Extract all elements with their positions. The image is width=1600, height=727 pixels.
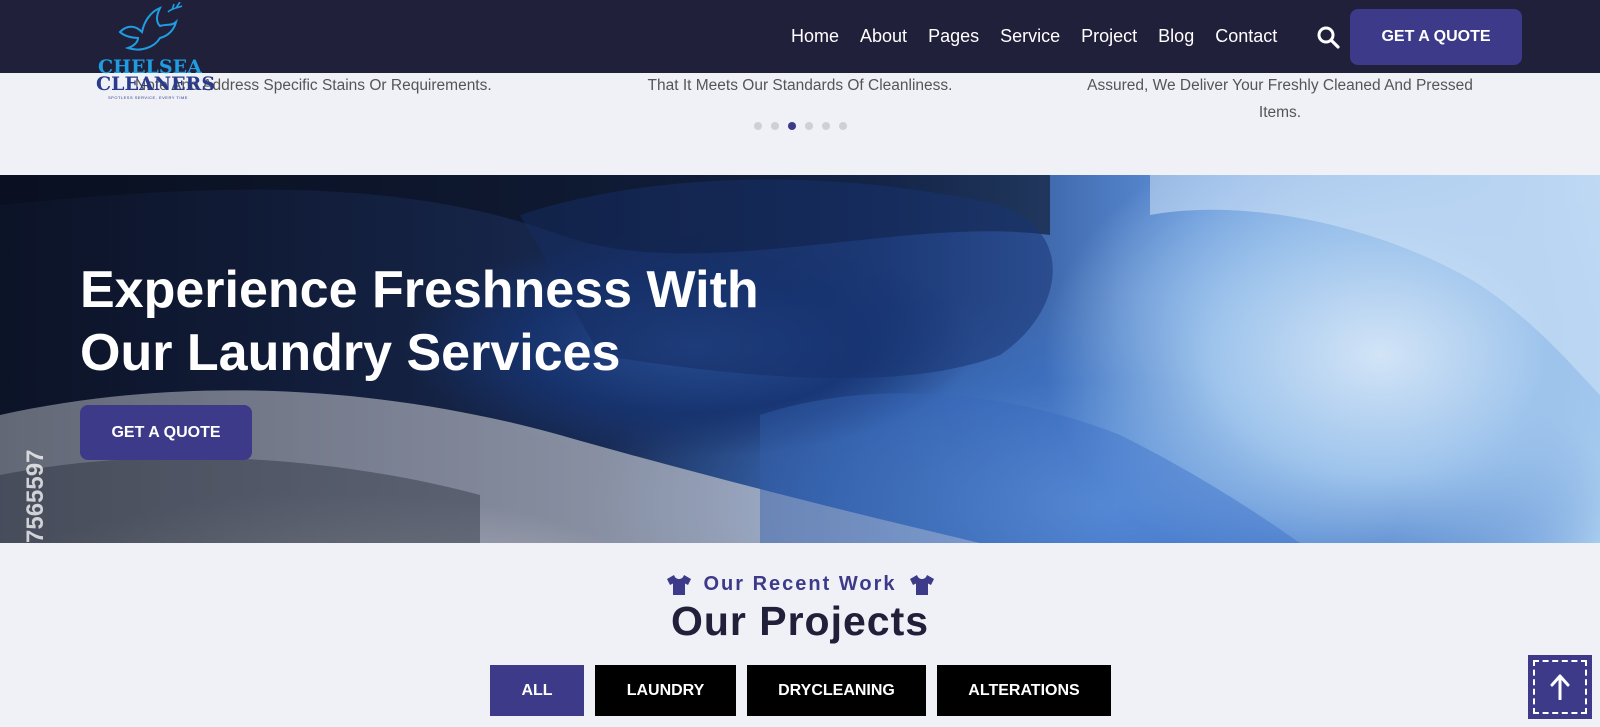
filter-alterations[interactable]: ALTERATIONS (937, 665, 1111, 716)
watermark-id: 7565597 (22, 449, 49, 543)
carousel-dot-6[interactable] (839, 122, 847, 130)
get-quote-button[interactable]: GET A QUOTE (1350, 9, 1522, 65)
section-kicker: Our Recent Work (0, 573, 1600, 596)
dove-icon (118, 2, 183, 51)
nav-contact[interactable]: Contact (1215, 25, 1277, 47)
arrow-up-icon (1550, 674, 1570, 700)
site-header: Home About Pages Service Project Blog Co… (0, 0, 1600, 73)
step-text-middle: That It Meets Our Standards Of Cleanline… (647, 77, 953, 94)
hero-title: Experience Freshness With Our Laundry Se… (80, 259, 840, 385)
main-nav: Home About Pages Service Project Blog Co… (791, 25, 1298, 47)
carousel-dot-5[interactable] (822, 122, 830, 130)
filter-laundry[interactable]: LAUNDRY (595, 665, 736, 716)
logo-line-2: CLEANERS (96, 73, 216, 95)
filter-drycleaning[interactable]: DRYCLEANING (747, 665, 926, 716)
hero-get-quote-button[interactable]: GET A QUOTE (80, 405, 252, 460)
nav-service[interactable]: Service (1000, 25, 1060, 47)
step-text-right: Assured, We Deliver Your Freshly Cleaned… (1087, 77, 1473, 121)
tshirt-icon (666, 574, 691, 595)
filter-all[interactable]: ALL (490, 665, 584, 716)
nav-project[interactable]: Project (1081, 25, 1137, 47)
nav-home[interactable]: Home (791, 25, 839, 47)
scroll-to-top-button[interactable] (1528, 655, 1592, 719)
hero-title-line-2: Our Laundry Services (80, 324, 621, 382)
nav-blog[interactable]: Blog (1158, 25, 1194, 47)
section-title: Our Projects (670, 598, 930, 644)
section-kicker-text: Our Recent Work (703, 573, 897, 595)
project-filters: ALL LAUNDRY DRYCLEANING ALTERATIONS (490, 665, 1111, 716)
carousel-dot-4[interactable] (805, 122, 813, 130)
carousel-dot-2[interactable] (771, 122, 779, 130)
hero-title-line-1: Experience Freshness With (80, 261, 759, 319)
nav-about[interactable]: About (860, 25, 907, 47)
logo[interactable]: CHELSEA CLEANERS SPOTLESS SERVICE, EVERY… (96, 2, 215, 102)
tshirt-icon (909, 574, 934, 595)
logo-tagline: SPOTLESS SERVICE, EVERY TIME (108, 95, 188, 100)
carousel-dots (754, 122, 847, 130)
nav-pages[interactable]: Pages (928, 25, 979, 47)
search-icon[interactable] (1316, 25, 1340, 49)
carousel-dot-3[interactable] (788, 122, 796, 130)
carousel-dot-1[interactable] (754, 122, 762, 130)
hero-banner: Experience Freshness With Our Laundry Se… (0, 175, 1600, 543)
